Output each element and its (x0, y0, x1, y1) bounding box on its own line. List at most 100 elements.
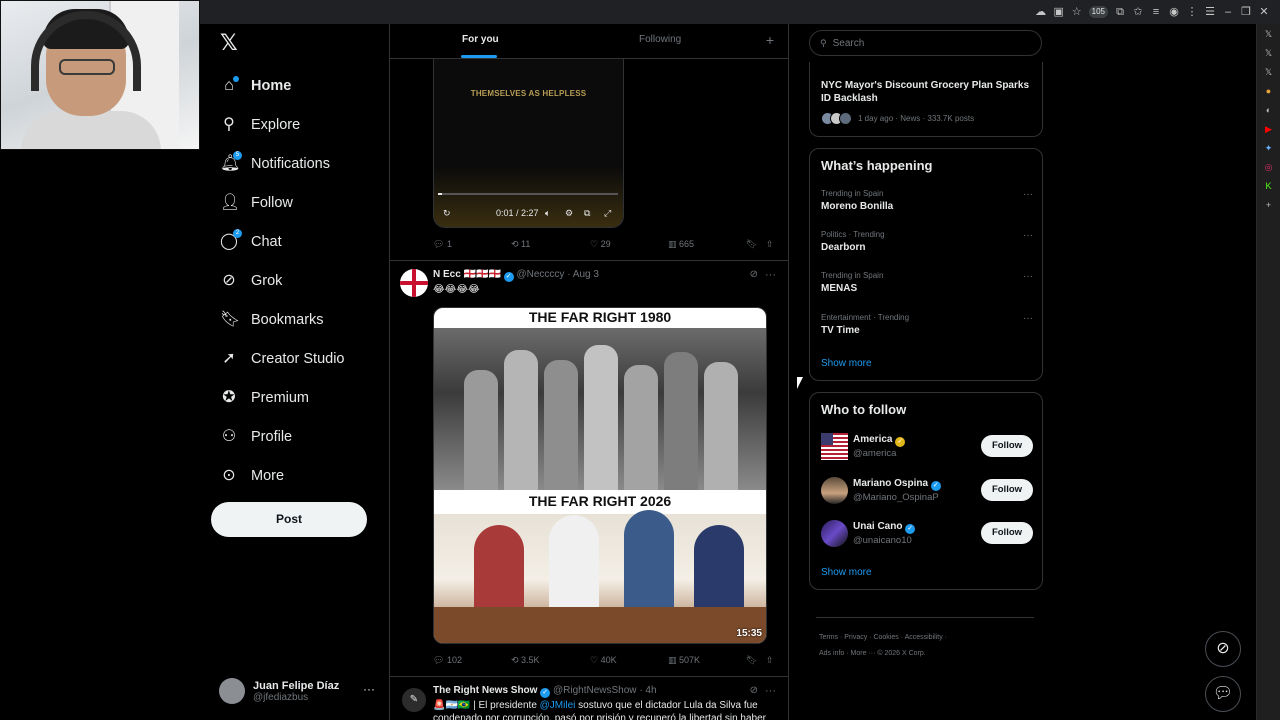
follow-suggestion[interactable]: Mariano Ospina ✓ @Mariano_OspinaP Follow (821, 477, 1033, 507)
more-dots-icon[interactable]: ··· (1023, 271, 1033, 282)
nav-more[interactable]: ⊙ More (208, 456, 378, 495)
close-icon[interactable]: ✕ (1258, 6, 1270, 18)
video-progress[interactable] (438, 193, 618, 195)
follow-suggestion[interactable]: America ✓ @america Follow (821, 433, 1033, 463)
nav-notifications[interactable]: 🔔︎ 5 Notifications (208, 144, 378, 183)
star-icon[interactable]: ☆ (1071, 6, 1083, 18)
footer-line-2[interactable]: Ads info · More ··· © 2026 X Corp. (819, 646, 1041, 662)
pip-icon[interactable]: ⧉ (584, 208, 590, 219)
author-name[interactable]: N Ecc (433, 269, 461, 280)
nav-label: Explore (251, 116, 301, 133)
trend-item[interactable]: Politics · Trending Dearborn ··· (821, 230, 1033, 253)
messages-float-button[interactable]: 💬︎ (1205, 676, 1241, 712)
reading-list-icon[interactable]: ≡ (1150, 6, 1162, 18)
news-meta: 1 day ago · News · 333.7K posts (821, 112, 974, 125)
nav-premium[interactable]: ✪ Premium (208, 378, 378, 417)
account-switcher[interactable]: Juan Felipe Díaz @jfediazbus ··· (219, 676, 379, 706)
avatar[interactable]: ✎ (402, 688, 426, 712)
x-tab-icon[interactable]: 𝕏 (1263, 66, 1275, 78)
settings-icon[interactable]: ⚙ (565, 208, 573, 219)
follow-button[interactable]: Follow (981, 479, 1033, 501)
author-handle[interactable]: @Neccccy (517, 269, 565, 280)
show-more-link[interactable]: Show more (821, 567, 872, 578)
author-handle[interactable]: @RightNewsShow (553, 685, 637, 696)
more-dots-icon[interactable]: ··· (765, 269, 776, 281)
trend-item[interactable]: Entertainment · Trending TV Time ··· (821, 313, 1033, 336)
mention-link[interactable]: @JMilei (540, 700, 576, 711)
kick-icon[interactable]: K (1263, 180, 1275, 192)
volume-icon[interactable]: 🔈︎ (545, 208, 550, 219)
app-icon[interactable]: ● (1263, 85, 1275, 97)
grok-icon[interactable]: ⊘ (750, 269, 758, 280)
like-button[interactable]: ♡ 29 (590, 239, 611, 250)
grok-icon[interactable]: ⊘ (750, 685, 758, 696)
fullscreen-icon[interactable]: ⤢ (604, 208, 611, 219)
extension-badge[interactable]: 105 (1088, 6, 1108, 18)
footer-line-1[interactable]: Terms · Privacy · Cookies · Accessibilit… (819, 630, 1041, 646)
bookmark-icon[interactable]: 🔖︎ (746, 239, 757, 250)
post-time[interactable]: · Aug 3 (567, 269, 599, 280)
follow-suggestion[interactable]: Unai Cano ✓ @unaicano10 Follow (821, 520, 1033, 550)
app-icon[interactable]: ◐ (1263, 104, 1275, 116)
reply-button[interactable]: 💬︎ 1 (433, 239, 452, 250)
x-tab-icon[interactable]: 𝕏 (1263, 47, 1275, 59)
nav-chat[interactable]: ◯ 2 Chat (208, 222, 378, 261)
post-time[interactable]: · 4h (639, 685, 656, 696)
follow-button[interactable]: Follow (981, 522, 1033, 544)
add-tab-icon[interactable]: + (766, 32, 774, 48)
grok-float-button[interactable]: ⊘ (1205, 631, 1241, 667)
bookmark-icon[interactable]: 🔖︎ (746, 655, 757, 666)
suggestion-handle: @Mariano_OspinaP (853, 492, 939, 503)
nav-grok[interactable]: ⊘ Grok (208, 261, 378, 300)
like-button[interactable]: ♡ 40K (590, 655, 617, 666)
nav-profile[interactable]: ⚇ Profile (208, 417, 378, 456)
bookmarks-star-icon[interactable]: ✩ (1132, 6, 1144, 18)
follow-button[interactable]: Follow (981, 435, 1033, 457)
youtube-icon[interactable]: ▶ (1263, 123, 1275, 135)
cloud-icon[interactable]: ☁ (1035, 6, 1047, 18)
post-media-video[interactable]: THE FAR RIGHT 1980 THE FAR RIGHT 2026 15… (433, 307, 767, 644)
nav-home[interactable]: ⌂ Home (208, 66, 378, 105)
side-panel-icon[interactable]: ☰ (1204, 6, 1216, 18)
share-icon[interactable]: ⇧ (766, 239, 774, 250)
profile-icon[interactable]: ◉ (1168, 6, 1180, 18)
sparkle-icon[interactable]: ✦ (1263, 142, 1275, 154)
replay-icon[interactable]: ↻ (443, 208, 451, 219)
reply-button[interactable]: 💬︎ 102 (433, 655, 462, 666)
author-name[interactable]: The Right News Show (433, 685, 537, 696)
post-button[interactable]: Post (211, 502, 367, 537)
more-dots-icon[interactable]: ··· (1023, 189, 1033, 200)
x-tab-icon[interactable]: 𝕏 (1263, 28, 1275, 40)
add-icon[interactable]: + (1263, 199, 1275, 211)
restore-icon[interactable]: ❐ (1240, 6, 1252, 18)
x-logo-icon[interactable]: 𝕏 (220, 30, 378, 56)
news-title: NYC Mayor's Discount Grocery Plan Sparks… (821, 80, 1030, 104)
news-card[interactable]: NYC Mayor's Discount Grocery Plan Sparks… (809, 62, 1043, 137)
search-input[interactable]: ⚲ Search (809, 30, 1042, 56)
nav-bookmarks[interactable]: 🔖︎ Bookmarks (208, 300, 378, 339)
tab-following[interactable]: Following (639, 34, 681, 45)
views-button[interactable]: ▥ 665 (668, 239, 694, 250)
repost-button[interactable]: ⟲ 11 (511, 239, 530, 250)
avatar[interactable] (400, 269, 428, 297)
instagram-icon[interactable]: ◎ (1263, 161, 1275, 173)
minimize-icon[interactable]: – (1222, 6, 1234, 18)
nav-follow[interactable]: 👤︎ Follow (208, 183, 378, 222)
trend-item[interactable]: Trending in Spain MENAS ··· (821, 271, 1033, 294)
kebab-menu-icon[interactable]: ⋮ (1186, 6, 1198, 18)
nav-creator-studio[interactable]: ➚ Creator Studio (208, 339, 378, 378)
more-dots-icon[interactable]: ··· (1023, 313, 1033, 324)
trend-item[interactable]: Trending in Spain Moreno Bonilla ··· (821, 189, 1033, 212)
views-button[interactable]: ▥ 507K (668, 655, 700, 666)
tab-for-you[interactable]: For you (462, 34, 499, 45)
extensions-icon[interactable]: ⧉ (1114, 6, 1126, 18)
repost-button[interactable]: ⟲ 3.5K (511, 655, 540, 666)
more-dots-icon[interactable]: ··· (765, 685, 776, 697)
show-more-link[interactable]: Show more (821, 358, 872, 369)
nav-explore[interactable]: ⚲ Explore (208, 105, 378, 144)
verified-badge-icon: ✓ (503, 272, 514, 282)
share-icon[interactable]: ⇧ (766, 655, 774, 666)
more-dots-icon[interactable]: ··· (1023, 230, 1033, 241)
video-player[interactable]: THEMSELVES AS HELPLESS ↻ 0:01 / 2:27 🔈︎ … (433, 58, 624, 228)
screenshot-icon[interactable]: ▣ (1053, 6, 1065, 18)
